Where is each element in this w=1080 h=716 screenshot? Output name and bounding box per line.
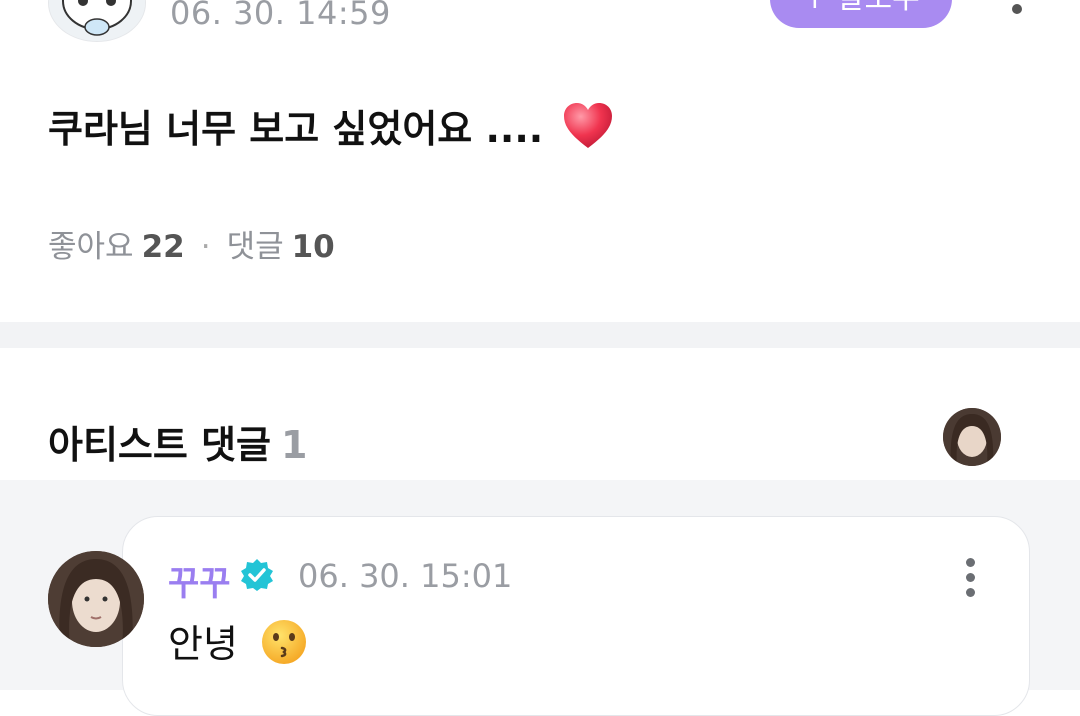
artist-comments-title: 아티스트 댓글	[48, 423, 271, 467]
comment-label[interactable]: 댓글	[227, 229, 284, 265]
post-timestamp: 06. 30. 14:59	[170, 0, 391, 32]
comment-content: 안녕	[168, 613, 308, 675]
more-vertical-icon	[965, 558, 975, 567]
stats-separator-dot: ·	[200, 229, 211, 265]
comment-more-button[interactable]	[962, 556, 978, 597]
post-more-button[interactable]	[1000, 0, 1034, 22]
artist-comments-count: 1	[281, 423, 308, 467]
kiss-emoji-icon	[260, 618, 308, 675]
artist-avatar[interactable]	[943, 408, 1001, 466]
comment-text: 안녕	[168, 622, 238, 666]
more-vertical-icon-dot	[965, 573, 975, 582]
like-label[interactable]: 좋아요	[48, 229, 134, 265]
comment-count: 10	[291, 229, 335, 265]
more-vertical-icon-dot	[965, 588, 975, 597]
follow-button[interactable]: + 팔로우	[770, 0, 952, 28]
like-count: 22	[141, 229, 185, 265]
artist-comments-heading: 아티스트 댓글 1	[48, 414, 307, 469]
post-content: 쿠라님 너무 보고 싶었어요 ....	[48, 98, 614, 159]
heart-emoji-icon	[562, 102, 614, 159]
comment-timestamp: 06. 30. 15:01	[298, 557, 513, 595]
post-stats: 좋아요 22 · 댓글 10	[48, 221, 335, 266]
verified-badge-icon	[240, 558, 274, 592]
section-divider	[0, 322, 1080, 348]
more-vertical-icon	[1012, 4, 1022, 14]
comment-author-name[interactable]: 꾸꾸	[168, 556, 231, 605]
post-text: 쿠라님 너무 보고 싶었어요 ....	[48, 107, 544, 151]
post-author-avatar[interactable]	[48, 0, 146, 42]
comment-author-avatar[interactable]	[48, 551, 144, 647]
